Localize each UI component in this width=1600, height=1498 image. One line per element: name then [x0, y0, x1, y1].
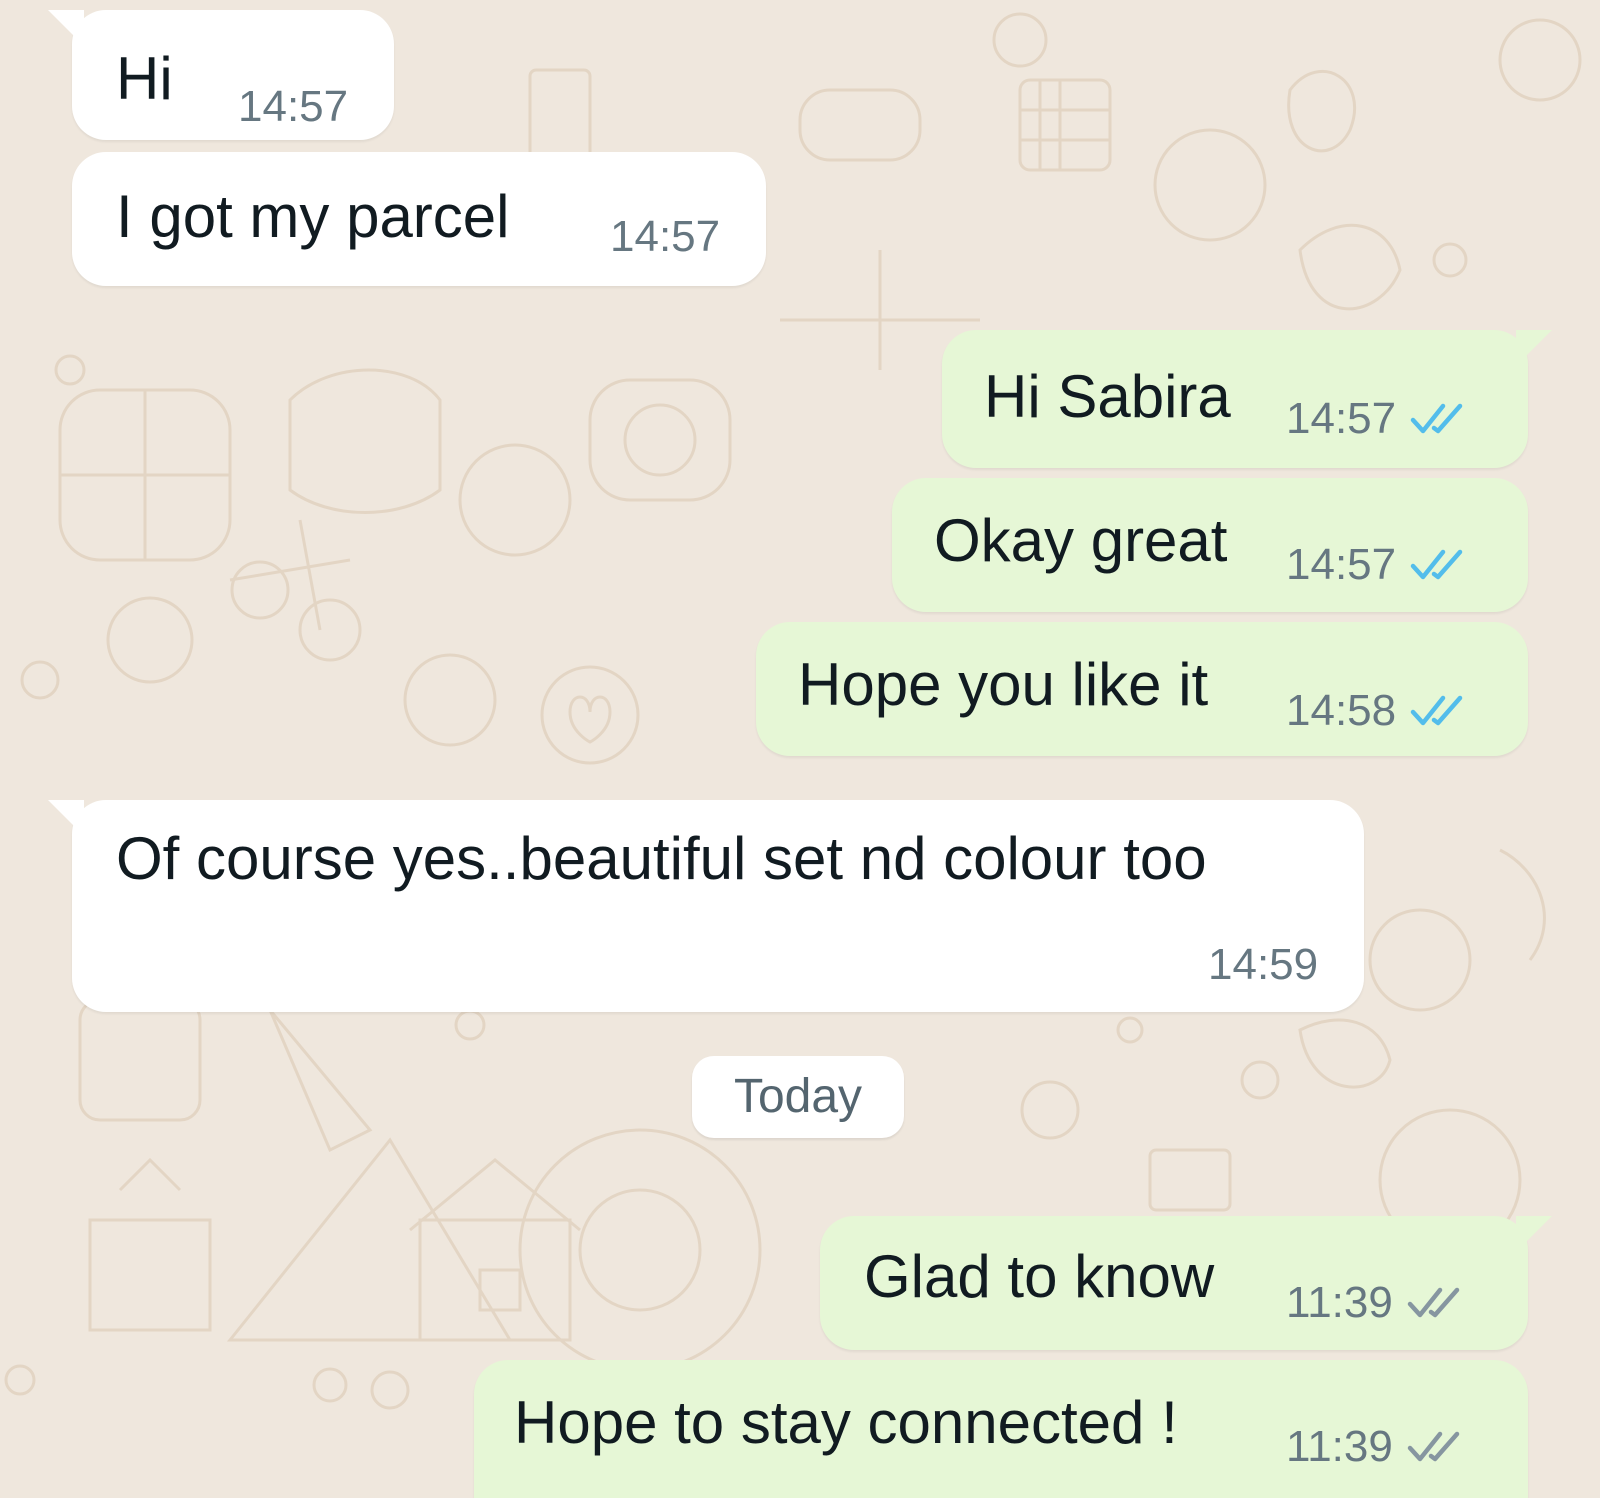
outgoing-message[interactable]: Hope to stay connected ! 11:39: [474, 1360, 1528, 1498]
message-time: 14:59: [1208, 940, 1319, 989]
message-meta: 14:57: [1286, 540, 1470, 590]
double-check-icon: [1407, 1287, 1460, 1318]
message-meta: 14:57: [1286, 394, 1470, 444]
message-text: Hi Sabira: [984, 363, 1231, 430]
date-separator-label: Today: [733, 1070, 863, 1123]
message-text: Glad to know: [864, 1243, 1215, 1310]
message-meta: 14:57: [610, 212, 720, 262]
message-meta: 14:59: [1208, 940, 1318, 990]
message-time: 14:58: [1286, 686, 1397, 735]
incoming-message[interactable]: I got my parcel 14:57: [72, 152, 766, 286]
outgoing-message[interactable]: Glad to know 11:39: [820, 1216, 1552, 1350]
message-time: 11:39: [1286, 1422, 1393, 1471]
message-time: 14:57: [610, 212, 721, 261]
bubble-tail: [48, 10, 84, 46]
message-meta: 14:58: [1286, 686, 1470, 736]
message-time: 14:57: [1286, 394, 1397, 443]
message-meta: 11:39: [1286, 1278, 1467, 1328]
incoming-message[interactable]: Hi 14:57: [48, 10, 394, 140]
bubble-tail: [48, 800, 84, 836]
message-text: Hope you like it: [798, 651, 1209, 718]
date-separator: Today: [692, 1056, 904, 1138]
incoming-message[interactable]: Of course yes..beautiful set nd colour t…: [48, 800, 1364, 1012]
message-text: Okay great: [934, 507, 1228, 574]
double-check-icon: [1410, 695, 1463, 726]
message-meta: 14:57: [238, 82, 348, 132]
message-meta: 11:39: [1286, 1422, 1467, 1472]
outgoing-message[interactable]: Okay great 14:57: [892, 478, 1528, 612]
message-text: Hope to stay connected !: [514, 1389, 1178, 1456]
message-list[interactable]: Hi 14:57 I got my parcel 14:57 Hi Sabira…: [0, 0, 1600, 1498]
message-text: Hi: [116, 45, 173, 112]
double-check-icon: [1410, 403, 1463, 434]
double-check-icon: [1410, 549, 1463, 580]
outgoing-message[interactable]: Hope you like it 14:58: [756, 622, 1528, 756]
outgoing-message[interactable]: Hi Sabira 14:57: [942, 330, 1552, 468]
message-text: Of course yes..beautiful set nd colour t…: [116, 825, 1207, 892]
message-time: 14:57: [1286, 540, 1397, 589]
message-text: I got my parcel: [116, 183, 510, 250]
double-check-icon: [1407, 1431, 1460, 1462]
bubble-tail: [1516, 1216, 1552, 1252]
message-time: 11:39: [1286, 1278, 1393, 1327]
bubble-tail: [1516, 330, 1552, 366]
message-time: 14:57: [238, 82, 349, 131]
